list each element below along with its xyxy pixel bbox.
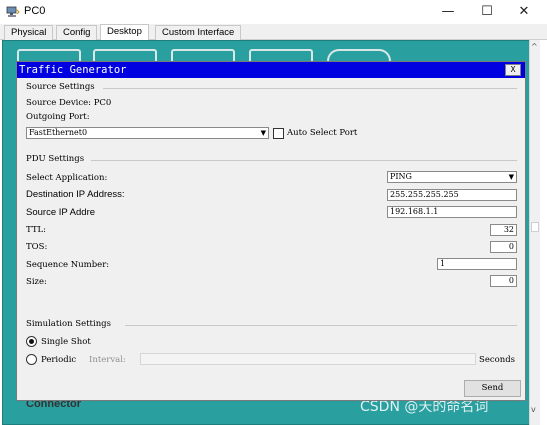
auto-select-port-checkbox[interactable] [273, 128, 284, 139]
dialog-titlebar: Traffic Generator X [17, 62, 525, 78]
single-shot-radio[interactable] [26, 336, 37, 347]
sequence-number-input[interactable]: 1 [437, 258, 517, 270]
pdu-settings-heading: PDU Settings [26, 154, 85, 164]
dropdown-arrow-icon: ▼ [260, 129, 266, 137]
scroll-up-icon[interactable]: ^ [531, 42, 538, 51]
send-button[interactable]: Send [464, 380, 521, 397]
ttl-input[interactable]: 32 [490, 224, 517, 236]
select-application-label: Select Application: [26, 173, 108, 183]
source-settings-heading: Source Settings [26, 82, 95, 92]
maximize-button[interactable]: ☐ [472, 2, 502, 22]
traffic-generator-dialog: Traffic Generator X Source Settings Sour… [16, 61, 526, 401]
auto-select-port-label: Auto Select Port [287, 128, 358, 138]
interval-label: Interval: [89, 355, 126, 365]
window-titlebar: PC0 — ☐ ✕ [0, 0, 547, 24]
outgoing-port-select[interactable]: FastEthernet0 ▼ [26, 127, 269, 139]
tos-label: TOS: [26, 242, 48, 252]
group-divider [91, 160, 517, 161]
group-divider [103, 88, 517, 89]
dropdown-arrow-icon: ▼ [508, 173, 514, 181]
destination-ip-label: Destination IP Address: [26, 189, 125, 200]
interval-input[interactable] [140, 353, 476, 365]
tab-config[interactable]: Config [56, 25, 98, 40]
destination-ip-input[interactable]: 255.255.255.255 [387, 189, 517, 201]
size-input[interactable]: 0 [490, 275, 517, 287]
app-icon [6, 6, 20, 17]
source-ip-label: Source IP Addre [26, 207, 96, 218]
periodic-label: Periodic [41, 355, 77, 365]
tab-custom-interface[interactable]: Custom Interface [155, 25, 242, 40]
simulation-settings-heading: Simulation Settings [26, 319, 111, 329]
scroll-thumb[interactable] [531, 222, 539, 232]
dialog-close-button[interactable]: X [505, 64, 521, 76]
tab-physical[interactable]: Physical [4, 25, 54, 40]
sequence-number-label: Sequence Number: [26, 260, 110, 270]
application-value: PING [390, 172, 412, 181]
ttl-label: TTL: [26, 225, 47, 235]
source-ip-input[interactable]: 192.168.1.1 [387, 206, 517, 218]
tab-desktop[interactable]: Desktop [100, 24, 149, 41]
application-select[interactable]: PING ▼ [387, 171, 517, 183]
periodic-radio[interactable] [26, 354, 37, 365]
outgoing-port-label: Outgoing Port: [26, 112, 90, 122]
outgoing-port-value: FastEthernet0 [29, 128, 88, 137]
size-label: Size: [26, 277, 47, 287]
vertical-scrollbar[interactable]: ^ v [529, 40, 540, 425]
scroll-down-icon[interactable]: v [531, 405, 536, 414]
group-divider [125, 325, 517, 326]
tab-bar: Physical Config Desktop Custom Interface [0, 24, 547, 41]
close-button[interactable]: ✕ [509, 2, 539, 22]
seconds-label: Seconds [479, 355, 516, 365]
window-title: PC0 [24, 5, 46, 17]
single-shot-label: Single Shot [41, 337, 91, 347]
minimize-button[interactable]: — [433, 2, 463, 22]
tos-input[interactable]: 0 [490, 241, 517, 253]
dialog-title: Traffic Generator [19, 64, 127, 76]
source-device-label: Source Device: PC0 [26, 98, 112, 108]
